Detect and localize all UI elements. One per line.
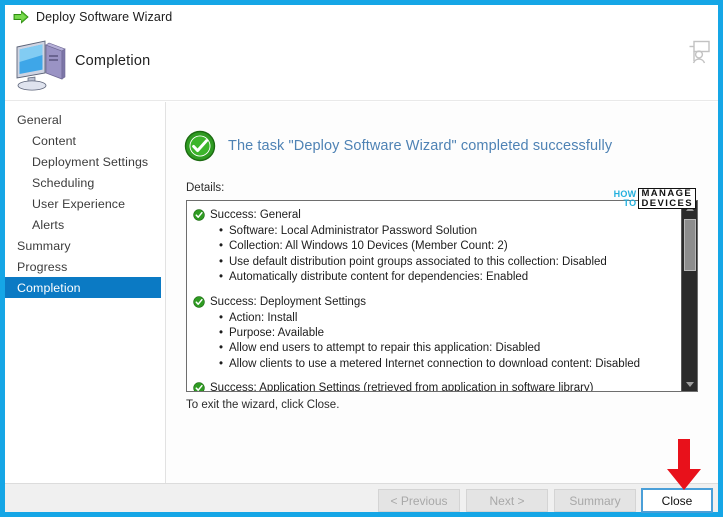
detail-group-heading: Success: Deployment Settings: [193, 295, 682, 309]
wizard-content-pane: The task "Deploy Software Wizard" comple…: [166, 102, 718, 483]
wizard-step-sidebar: General Content Deployment Settings Schedul…: [5, 102, 163, 483]
sidebar-item-label: User Experience: [32, 196, 126, 211]
detail-bullet-item: Purpose: Available: [219, 326, 682, 342]
detail-bullet-list: Software: Local Administrator Password S…: [193, 224, 682, 286]
howtomanagedevices-watermark: HOW TO MANAGE DEVICES: [614, 188, 696, 209]
detail-bullet-item: Allow clients to use a metered Internet …: [219, 357, 682, 373]
green-check-circle-icon: [184, 130, 216, 162]
summary-button[interactable]: Summary: [554, 489, 636, 512]
detail-group-heading: Success: General: [193, 208, 682, 222]
detail-bullet-item: Allow end users to attempt to repair thi…: [219, 341, 682, 357]
watermark-howto-text: HOW TO: [613, 189, 637, 208]
sidebar-item-scheduling[interactable]: Scheduling: [5, 172, 163, 193]
sidebar-item-label: Progress: [17, 259, 68, 274]
annotated-screenshot-frame: Deploy Software Wizard Completion Genera…: [0, 0, 723, 517]
computer-monitor-icon: [16, 40, 66, 91]
sidebar-item-label: Content: [32, 133, 77, 148]
sidebar-item-label: General: [17, 112, 62, 127]
detail-bullet-item: Software: Local Administrator Password S…: [219, 224, 682, 240]
green-check-small-icon: [193, 209, 205, 221]
detail-bullet-item: Action: Install: [219, 311, 682, 327]
sidebar-item-general[interactable]: General: [5, 109, 163, 130]
sidebar-item-label: Scheduling: [32, 175, 95, 190]
wizard-header: Completion: [5, 29, 718, 101]
sidebar-item-label: Deployment Settings: [32, 154, 149, 169]
window-title-bar: Deploy Software Wizard: [5, 5, 718, 29]
detail-bullet-item: Collection: All Windows 10 Devices (Memb…: [219, 239, 682, 255]
success-banner: The task "Deploy Software Wizard" comple…: [184, 130, 612, 162]
sidebar-item-alerts[interactable]: Alerts: [5, 214, 163, 235]
sidebar-item-user-experience[interactable]: User Experience: [5, 193, 163, 214]
detail-group: Success: Application Settings (retrieved…: [193, 381, 682, 391]
sidebar-item-label: Completion: [17, 280, 81, 295]
scroll-down-button[interactable]: [682, 377, 697, 391]
detail-group-heading-text: Success: Deployment Settings: [210, 295, 366, 308]
success-heading-text: The task "Deploy Software Wizard" comple…: [228, 138, 613, 154]
page-title: Completion: [75, 53, 151, 69]
green-right-arrow-icon: [13, 10, 29, 24]
detail-group-heading-text: Success: Application Settings (retrieved…: [210, 382, 594, 391]
detail-group: Success: Deployment Settings Action: Inst…: [193, 295, 682, 373]
watermark-boxed-text: MANAGE DEVICES: [638, 188, 696, 209]
sidebar-item-label: Summary: [17, 238, 71, 253]
window-title-text: Deploy Software Wizard: [36, 10, 173, 24]
sidebar-item-summary[interactable]: Summary: [5, 235, 163, 256]
detail-bullet-item: Automatically distribute content for dep…: [219, 270, 682, 286]
help-person-board-icon[interactable]: [688, 39, 714, 65]
sidebar-item-progress[interactable]: Progress: [5, 256, 163, 277]
next-button[interactable]: Next >: [466, 489, 548, 512]
previous-button[interactable]: < Previous: [378, 489, 460, 512]
sidebar-item-deployment-settings[interactable]: Deployment Settings: [5, 151, 163, 172]
close-button[interactable]: Close: [641, 488, 713, 513]
sidebar-item-content[interactable]: Content: [5, 130, 163, 151]
scrollbar-thumb[interactable]: [684, 219, 696, 271]
details-list-box[interactable]: Success: General Software: Local Administ…: [186, 200, 698, 392]
detail-bullet-item: Use default distribution point groups as…: [219, 255, 682, 271]
detail-bullet-list: Action: InstallPurpose: AvailableAllow e…: [193, 311, 682, 373]
details-vertical-scrollbar[interactable]: [681, 201, 697, 391]
detail-group-heading-text: Success: General: [210, 209, 301, 221]
sidebar-item-completion[interactable]: Completion: [5, 277, 161, 298]
wizard-footer: < Previous Next > Summary Close: [5, 483, 718, 513]
details-list-content: Success: General Software: Local Administ…: [187, 201, 682, 391]
green-check-small-icon: [193, 295, 205, 308]
details-label: Details:: [186, 182, 225, 194]
exit-instruction-text: To exit the wizard, click Close.: [186, 399, 340, 411]
green-check-small-icon: [193, 382, 205, 391]
detail-group: Success: General Software: Local Administ…: [193, 208, 682, 286]
detail-group-heading: Success: Application Settings (retrieved…: [193, 381, 682, 391]
sidebar-item-label: Alerts: [32, 217, 65, 232]
